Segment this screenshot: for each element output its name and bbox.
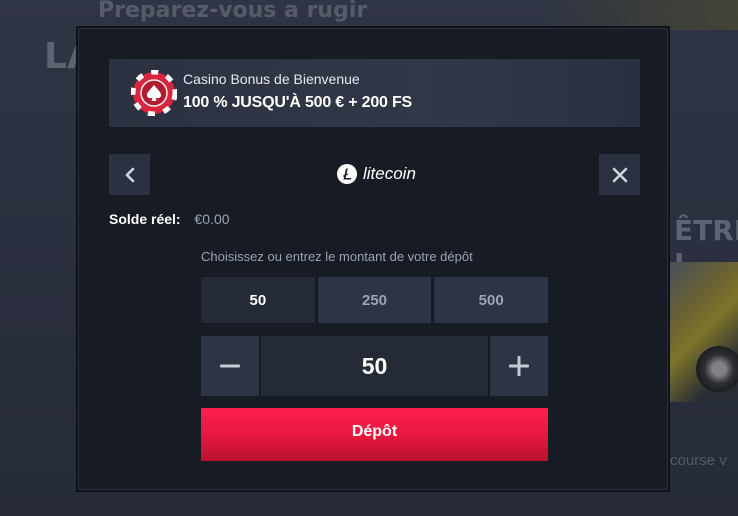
deposit-button[interactable]: Dépôt (201, 408, 548, 461)
close-button[interactable] (599, 154, 640, 195)
real-balance: Solde réel: €0.00 (109, 211, 230, 227)
payment-method-name: litecoin (363, 164, 416, 183)
preset-250-button[interactable]: 250 (317, 277, 432, 323)
litecoin-logo (337, 164, 357, 184)
amount-presets: 50 250 500 (201, 277, 549, 323)
welcome-bonus-banner: Casino Bonus de Bienvenue 100 % JUSQU'À … (109, 59, 640, 127)
back-button[interactable] (109, 154, 150, 195)
balance-value: €0.00 (194, 211, 230, 227)
decrease-amount-button[interactable] (201, 336, 259, 396)
amount-prompt: Choisissez ou entrez le montant de votre… (201, 249, 473, 264)
chevron-left-icon (125, 167, 134, 182)
preset-50-button[interactable]: 50 (201, 277, 315, 323)
casino-chip-icon (131, 70, 177, 116)
amount-input[interactable]: 50 (261, 336, 488, 396)
increase-amount-button[interactable] (490, 336, 548, 396)
close-icon (612, 167, 627, 182)
balance-label: Solde réel: (109, 211, 181, 227)
bonus-title: Casino Bonus de Bienvenue (183, 71, 360, 87)
plus-icon (509, 356, 529, 376)
amount-stepper: 50 (201, 336, 548, 396)
deposit-modal: Casino Bonus de Bienvenue 100 % JUSQU'À … (78, 28, 668, 490)
minus-icon (220, 364, 240, 368)
preset-500-button[interactable]: 500 (434, 277, 549, 323)
bonus-offer: 100 % JUSQU'À 500 € + 200 FS (183, 94, 413, 111)
payment-method: litecoin (337, 162, 416, 186)
